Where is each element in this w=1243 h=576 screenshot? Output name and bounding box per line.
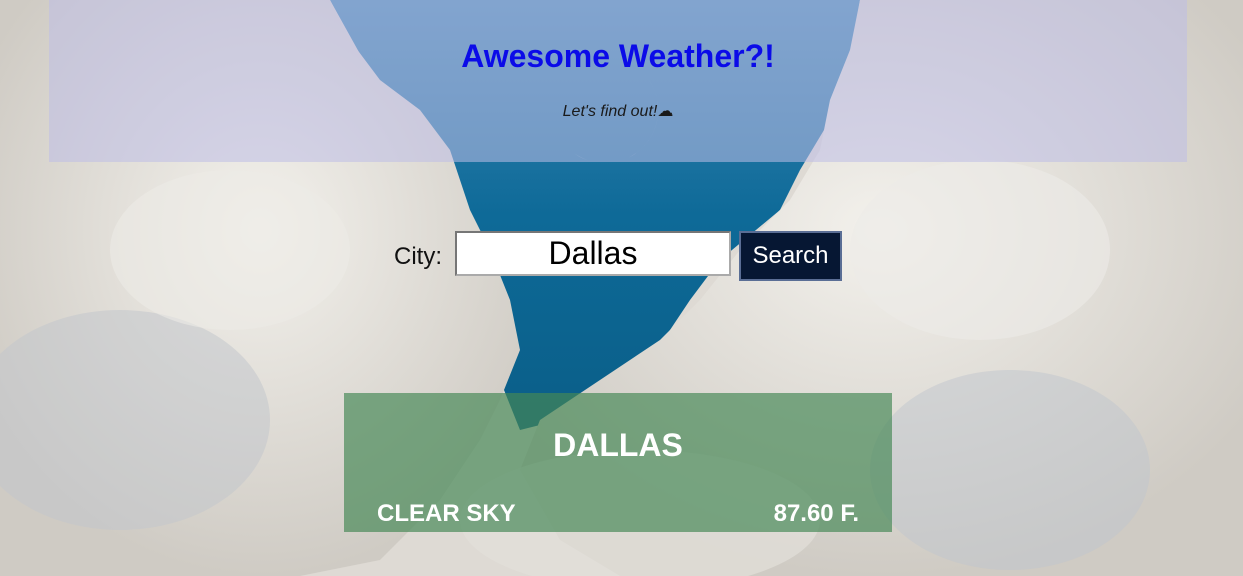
weather-result-card: DALLAS CLEAR SKY 87.60 F. xyxy=(344,393,892,532)
city-input[interactable] xyxy=(455,231,731,276)
result-temperature: 87.60 F. xyxy=(773,500,859,527)
page-subtitle: Let's find out!☁ xyxy=(562,103,674,120)
page-header: Awesome Weather?! Let's find out!☁ xyxy=(49,0,1187,162)
page-title: Awesome Weather?! xyxy=(461,38,775,74)
search-form: City: Search xyxy=(0,230,1243,282)
result-city-name: DALLAS xyxy=(553,427,683,463)
city-label: City: xyxy=(394,243,442,270)
result-condition: CLEAR SKY xyxy=(377,500,516,527)
search-button[interactable]: Search xyxy=(739,231,842,281)
